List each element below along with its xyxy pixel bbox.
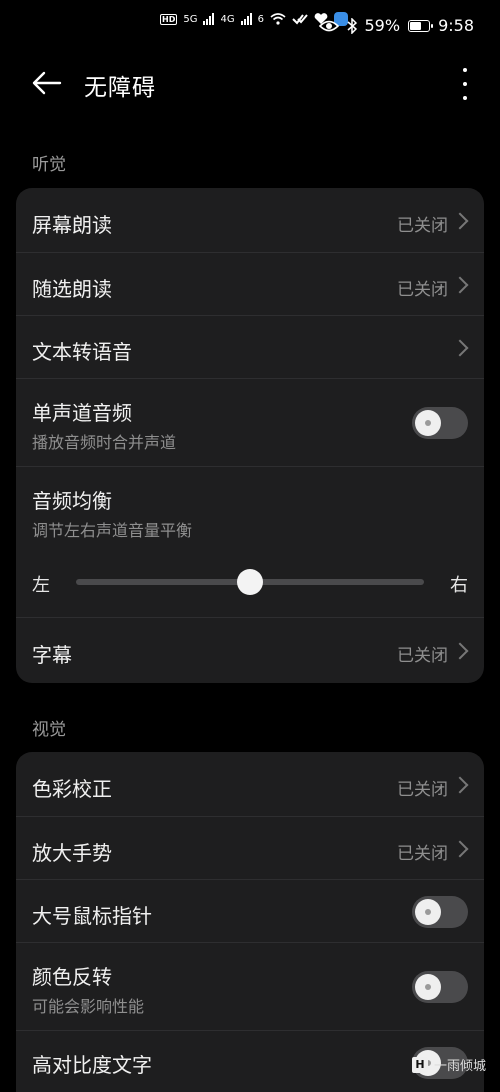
row-select-to-speak[interactable]: 随选朗读 已关闭 <box>16 253 484 316</box>
row-value: 已关闭 <box>397 844 448 864</box>
row-title: 单声道音频 <box>32 401 132 425</box>
chevron-right-icon <box>451 642 469 660</box>
row-screen-reader[interactable]: 屏幕朗读 已关闭 <box>16 188 484 253</box>
balance-left-label: 左 <box>32 575 50 596</box>
signal-icon-2 <box>240 13 252 25</box>
mono-audio-toggle[interactable] <box>412 407 468 439</box>
back-arrow-icon[interactable] <box>30 68 64 98</box>
watermark-logo: H <box>411 1056 428 1073</box>
chevron-right-icon <box>451 276 469 294</box>
row-magnification[interactable]: 放大手势 已关闭 <box>16 817 484 880</box>
row-title: 色彩校正 <box>32 777 112 801</box>
row-large-pointer: 大号鼠标指针 <box>16 880 484 943</box>
status-right: 59% 9:58 <box>318 16 474 35</box>
check-icon <box>292 14 308 25</box>
row-value: 已关闭 <box>397 780 448 800</box>
row-mono-audio: 单声道音频 播放音频时合并声道 <box>16 379 484 467</box>
network-label-5g: 5G <box>183 13 198 25</box>
row-title: 颜色反转 <box>32 965 112 989</box>
row-value: 已关闭 <box>397 646 448 666</box>
eye-icon <box>318 20 339 31</box>
app-header: 无障碍 <box>0 56 500 112</box>
color-inversion-toggle[interactable] <box>412 971 468 1003</box>
row-title: 高对比度文字 <box>32 1053 152 1077</box>
row-audio-balance: 音频均衡 调节左右声道音量平衡 左 右 <box>16 467 484 618</box>
row-title: 字幕 <box>32 643 72 667</box>
toggle-knob <box>415 410 441 436</box>
row-subtitle: 播放音频时合并声道 <box>32 433 177 452</box>
row-subtitle: 调节左右声道音量平衡 <box>32 521 193 540</box>
status-bar: HD 5G 4G 6 59% 9:58 <box>0 0 500 56</box>
watermark: H 一雨倾城 <box>411 1055 486 1074</box>
row-title: 屏幕朗读 <box>32 213 112 237</box>
chevron-right-icon <box>451 339 469 357</box>
row-title: 文本转语音 <box>32 340 132 364</box>
toggle-knob <box>415 899 441 925</box>
watermark-text: 一雨倾城 <box>433 1059 486 1074</box>
battery-percent: 59% <box>364 16 401 35</box>
row-value: 已关闭 <box>397 280 448 300</box>
hd-icon: HD <box>160 13 178 25</box>
bluetooth-icon <box>347 17 357 34</box>
balance-slider-thumb[interactable] <box>237 569 263 595</box>
section-label-vision: 视觉 <box>32 720 66 740</box>
wifi-icon <box>270 13 286 25</box>
wifi-label: 6 <box>257 13 264 25</box>
row-title: 音频均衡 <box>32 489 112 513</box>
row-color-inversion: 颜色反转 可能会影响性能 <box>16 943 484 1031</box>
chevron-right-icon <box>451 212 469 230</box>
balance-right-label: 右 <box>450 575 468 596</box>
chevron-right-icon <box>451 776 469 794</box>
large-pointer-toggle[interactable] <box>412 896 468 928</box>
row-title: 大号鼠标指针 <box>32 904 152 928</box>
row-captions[interactable]: 字幕 已关闭 <box>16 618 484 683</box>
page-title: 无障碍 <box>84 75 156 101</box>
vision-card: 色彩校正 已关闭 放大手势 已关闭 大号鼠标指针 颜色反转 可能会影响性能 高对… <box>16 752 484 1092</box>
toggle-knob <box>415 974 441 1000</box>
row-title: 放大手势 <box>32 841 112 865</box>
signal-icon <box>203 13 215 25</box>
network-label-4g: 4G <box>220 13 235 25</box>
more-options-icon[interactable] <box>456 68 474 100</box>
chevron-right-icon <box>451 840 469 858</box>
clock: 9:58 <box>438 16 474 35</box>
row-title: 随选朗读 <box>32 277 112 301</box>
row-color-correction[interactable]: 色彩校正 已关闭 <box>16 752 484 817</box>
row-value: 已关闭 <box>397 216 448 236</box>
battery-icon <box>408 19 434 32</box>
section-label-hearing: 听觉 <box>32 155 66 175</box>
hearing-card: 屏幕朗读 已关闭 随选朗读 已关闭 文本转语音 单声道音频 播放音频时合并声道 … <box>16 188 484 683</box>
row-subtitle: 可能会影响性能 <box>32 997 145 1016</box>
row-text-to-speech[interactable]: 文本转语音 <box>16 316 484 379</box>
